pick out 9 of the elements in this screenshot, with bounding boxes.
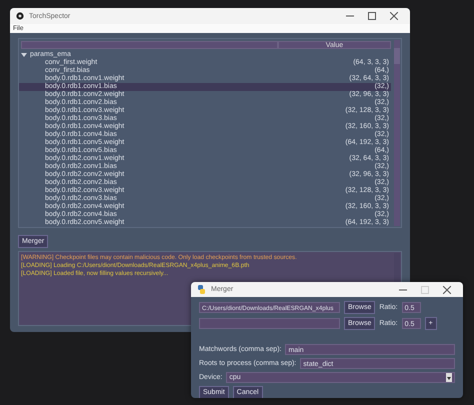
scrollbar[interactable] bbox=[394, 40, 400, 226]
close-icon[interactable] bbox=[443, 286, 451, 294]
close-icon[interactable] bbox=[390, 12, 398, 20]
maximize-icon[interactable] bbox=[368, 12, 376, 20]
python-icon bbox=[197, 285, 206, 294]
maximize-icon bbox=[421, 286, 429, 294]
app-icon bbox=[16, 12, 24, 20]
path-field[interactable] bbox=[199, 318, 340, 329]
expand-arrow-icon[interactable] bbox=[21, 52, 27, 58]
